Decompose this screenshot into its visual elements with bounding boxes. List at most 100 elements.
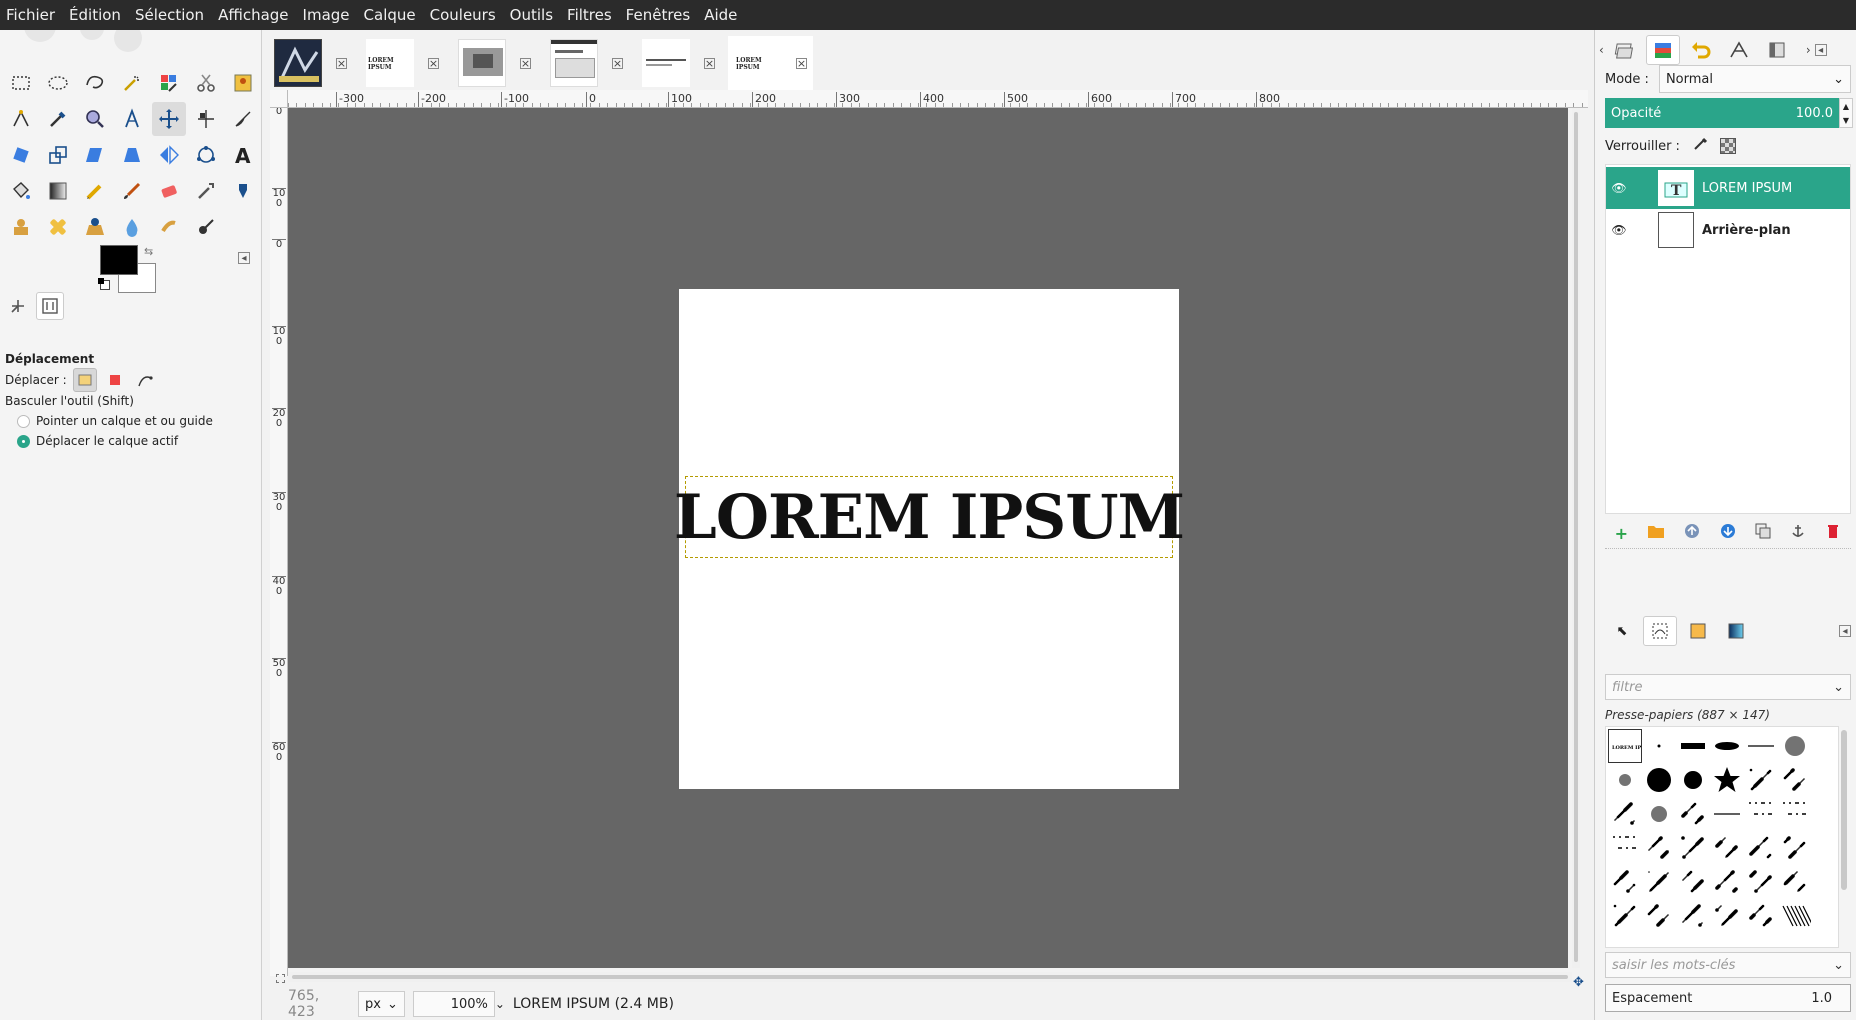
brush-item[interactable] bbox=[1744, 729, 1778, 763]
visibility-eye-icon[interactable]: 👁 bbox=[1606, 181, 1632, 195]
tool-button-fuzzy-select[interactable] bbox=[115, 66, 149, 100]
tool-button-paintbrush[interactable] bbox=[115, 174, 149, 208]
brush-item[interactable] bbox=[1778, 831, 1812, 865]
tool-button-move[interactable] bbox=[152, 102, 186, 136]
close-tab-icon[interactable]: × bbox=[796, 57, 807, 69]
brush-item[interactable] bbox=[1744, 831, 1778, 865]
tool-button-foreground-select[interactable] bbox=[226, 66, 260, 100]
close-tab-icon[interactable]: × bbox=[336, 57, 347, 69]
layer-mode-select[interactable]: Normal ⌄ bbox=[1658, 65, 1851, 93]
menu-item-5[interactable]: Calque bbox=[357, 0, 423, 30]
tool-button-heal[interactable] bbox=[41, 210, 75, 244]
tool-button-ellipse-select[interactable] bbox=[41, 66, 75, 100]
option-move-active[interactable]: Déplacer le calque actif bbox=[5, 434, 178, 448]
brush-item[interactable] bbox=[1608, 797, 1642, 831]
tool-button-gradient[interactable] bbox=[41, 174, 75, 208]
new-layer-group-icon[interactable] bbox=[1647, 523, 1665, 543]
brush-item[interactable] bbox=[1676, 899, 1710, 933]
tab-channels[interactable] bbox=[1760, 35, 1794, 65]
tool-button-paths[interactable] bbox=[4, 102, 38, 136]
tool-button-dodge-burn[interactable] bbox=[189, 210, 223, 244]
chevron-down-icon[interactable]: ⌄ bbox=[495, 997, 505, 1011]
radio-move-active[interactable] bbox=[17, 434, 30, 448]
lower-layer-icon[interactable] bbox=[1720, 523, 1736, 543]
tab-paths[interactable] bbox=[1722, 35, 1756, 65]
tab-tool-options[interactable] bbox=[4, 292, 32, 320]
brush-item[interactable] bbox=[1676, 865, 1710, 899]
brush-item[interactable] bbox=[1676, 763, 1710, 797]
brush-item[interactable]: LOREM IPSUM bbox=[1608, 729, 1642, 763]
layer-row[interactable]: 👁 T LOREM IPSUM bbox=[1606, 167, 1850, 209]
tool-button-text[interactable]: A bbox=[226, 138, 260, 172]
tool-button-rect-select[interactable] bbox=[4, 66, 38, 100]
opacity-spinner[interactable]: ▲ ▼ bbox=[1839, 98, 1853, 128]
brush-item[interactable] bbox=[1642, 797, 1676, 831]
brush-item[interactable] bbox=[1778, 763, 1812, 797]
menu-item-4[interactable]: Image bbox=[296, 0, 357, 30]
text-layer-boundary[interactable]: LOREM IPSUM bbox=[674, 476, 1185, 558]
tab-image-2[interactable]: LOREM IPSUM × bbox=[360, 36, 445, 90]
brush-item[interactable] bbox=[1778, 797, 1812, 831]
brush-item[interactable] bbox=[1676, 831, 1710, 865]
tab-image-5[interactable]: × bbox=[636, 36, 721, 90]
tool-button-blur[interactable] bbox=[115, 210, 149, 244]
tab-image-4[interactable]: × bbox=[544, 36, 629, 90]
brush-item[interactable] bbox=[1608, 763, 1642, 797]
new-layer-icon[interactable]: + bbox=[1615, 524, 1628, 543]
menu-item-8[interactable]: Filtres bbox=[560, 0, 619, 30]
duplicate-layer-icon[interactable] bbox=[1755, 523, 1771, 543]
brush-item[interactable] bbox=[1744, 865, 1778, 899]
default-colors-icon[interactable] bbox=[98, 278, 110, 290]
tab-undo-history[interactable] bbox=[1684, 35, 1718, 65]
radio-pick-layer[interactable] bbox=[17, 414, 30, 428]
tool-button-ink[interactable] bbox=[226, 174, 260, 208]
brush-item[interactable] bbox=[1744, 899, 1778, 933]
move-selection-button[interactable] bbox=[103, 368, 127, 392]
quick-mask-icon[interactable] bbox=[276, 974, 285, 983]
vertical-scrollbar[interactable] bbox=[1572, 108, 1580, 968]
option-pick-layer[interactable]: Pointer un calque et ou guide bbox=[5, 414, 213, 428]
tool-button-free-select[interactable] bbox=[78, 66, 112, 100]
close-tab-icon[interactable]: × bbox=[704, 57, 715, 69]
image-canvas[interactable]: LOREM IPSUM bbox=[674, 289, 1185, 789]
close-tab-icon[interactable]: × bbox=[428, 57, 439, 69]
brush-item[interactable] bbox=[1744, 797, 1778, 831]
tab-gradients[interactable] bbox=[1719, 616, 1753, 646]
layer-row[interactable]: 👁 Arrière-plan bbox=[1606, 209, 1850, 251]
tool-button-scissors[interactable] bbox=[189, 66, 223, 100]
tool-button-rotate[interactable] bbox=[4, 138, 38, 172]
tool-button-transform[interactable] bbox=[226, 102, 260, 136]
tab-pointer[interactable]: ⬉ bbox=[1605, 616, 1639, 646]
vertical-ruler[interactable]: 0 100 0 100 200 300 400 500 600 bbox=[270, 108, 288, 976]
menu-item-3[interactable]: Affichage bbox=[211, 0, 295, 30]
tab-device-status[interactable] bbox=[36, 292, 64, 320]
anchor-layer-icon[interactable] bbox=[1790, 523, 1806, 543]
visibility-eye-icon[interactable]: 👁 bbox=[1606, 223, 1632, 237]
brush-item[interactable] bbox=[1642, 899, 1676, 933]
lock-pixels-icon[interactable] bbox=[1692, 136, 1708, 156]
brush-filter-input[interactable]: filtre ⌄ bbox=[1605, 674, 1851, 700]
brush-filter[interactable]: filtre ⌄ bbox=[1605, 674, 1851, 702]
tab-image-6[interactable]: LOREM IPSUM × bbox=[728, 36, 813, 90]
brush-item[interactable] bbox=[1710, 831, 1744, 865]
tab-layers[interactable] bbox=[1645, 35, 1680, 65]
menu-item-9[interactable]: Fenêtres bbox=[619, 0, 698, 30]
ruler-corner[interactable] bbox=[270, 90, 288, 108]
brush-item[interactable] bbox=[1778, 729, 1812, 763]
brush-item[interactable] bbox=[1710, 729, 1744, 763]
move-path-button[interactable] bbox=[133, 368, 157, 392]
canvas-area[interactable]: LOREM IPSUM bbox=[288, 108, 1568, 968]
tool-button-airbrush[interactable] bbox=[189, 174, 223, 208]
tool-button-align[interactable] bbox=[189, 102, 223, 136]
brushes-scrollbar[interactable] bbox=[1841, 730, 1847, 890]
brush-item[interactable] bbox=[1710, 899, 1744, 933]
tool-button-select-by-color[interactable] bbox=[152, 66, 186, 100]
tool-button-perspective-clone[interactable] bbox=[78, 210, 112, 244]
brush-item[interactable] bbox=[1710, 763, 1744, 797]
brush-item[interactable] bbox=[1676, 797, 1710, 831]
configure-tab-icon[interactable]: ◂ bbox=[1839, 625, 1851, 637]
tool-button-shear[interactable] bbox=[78, 138, 112, 172]
menu-item-0[interactable]: Fichier bbox=[0, 0, 62, 30]
tab-brushes-dock[interactable] bbox=[1608, 35, 1642, 65]
tool-button-smudge[interactable] bbox=[152, 210, 186, 244]
